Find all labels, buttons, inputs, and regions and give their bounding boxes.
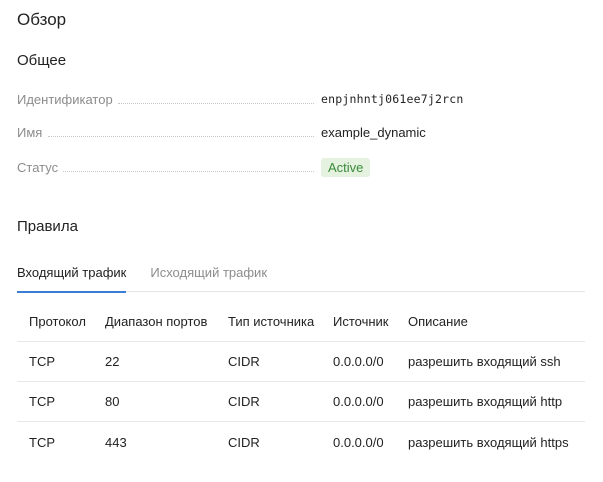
page-title: Обзор — [17, 10, 67, 29]
cell-source-type: CIDR — [228, 354, 260, 369]
status-badge: Active — [321, 157, 371, 177]
field-id-value[interactable]: enpjnhntj061ee7j2rcn — [321, 92, 463, 106]
table-row[interactable]: TCP 22 CIDR 0.0.0.0/0 разрешить входящий… — [17, 342, 585, 382]
cell-protocol: TCP — [29, 434, 55, 450]
column-header-description: Описание — [408, 314, 468, 329]
cell-source: 0.0.0.0/0 — [333, 394, 384, 409]
cell-source-type: CIDR — [228, 394, 260, 409]
column-header-port-range: Диапазон портов — [105, 314, 208, 329]
table-row[interactable]: TCP 80 CIDR 0.0.0.0/0 разрешить входящий… — [17, 382, 585, 422]
cell-source-type: CIDR — [228, 434, 260, 450]
tab-incoming-traffic[interactable]: Входящий трафик — [17, 260, 127, 293]
table-header-row: Протокол Диапазон портов Тип источника И… — [17, 302, 585, 342]
field-status-leader — [17, 157, 314, 177]
traffic-tabs: Входящий трафик Исходящий трафик — [17, 260, 585, 293]
field-status-row: Статус Active — [17, 157, 487, 177]
cell-source: 0.0.0.0/0 — [333, 434, 384, 450]
table-row[interactable]: TCP 443 CIDR 0.0.0.0/0 разрешить входящи… — [17, 422, 585, 462]
cell-source: 0.0.0.0/0 — [333, 354, 384, 369]
tab-outgoing-traffic[interactable]: Исходящий трафик — [150, 260, 267, 292]
general-section-title: Общее — [17, 52, 67, 69]
cell-description: разрешить входящий http — [408, 394, 563, 409]
column-header-source: Источник — [333, 314, 389, 329]
field-name-leader — [17, 122, 314, 142]
cell-protocol: TCP — [29, 394, 55, 409]
rules-table: Протокол Диапазон портов Тип источника И… — [17, 302, 585, 462]
field-id-label: Идентификатор — [17, 91, 113, 107]
cell-protocol: TCP — [29, 354, 55, 369]
field-name-value: example_dynamic — [321, 124, 426, 140]
cell-description: разрешить входящий https — [408, 434, 569, 450]
cell-description: разрешить входящий ssh — [408, 354, 561, 369]
cell-port-range: 22 — [105, 354, 120, 369]
column-header-source-type: Тип источника — [228, 314, 315, 329]
field-name-row: Имя example_dynamic — [17, 122, 487, 142]
column-header-protocol: Протокол — [29, 314, 86, 329]
field-status-label: Статус — [17, 159, 59, 175]
field-id-row: Идентификатор enpjnhntj061ee7j2rcn — [17, 89, 487, 109]
rules-section-title: Правила — [17, 218, 78, 235]
cell-port-range: 80 — [105, 394, 120, 409]
cell-port-range: 443 — [105, 434, 127, 450]
field-name-label: Имя — [17, 124, 43, 140]
